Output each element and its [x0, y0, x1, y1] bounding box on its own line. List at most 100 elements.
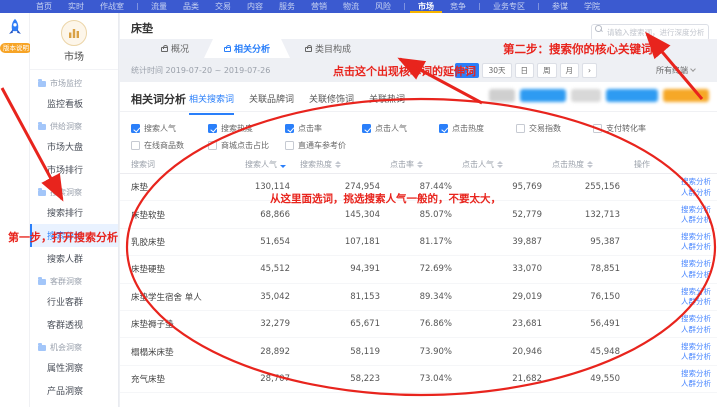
filter-checkbox-搜索人气[interactable]: 搜索人气	[131, 123, 208, 134]
terminal-dropdown[interactable]: 所有终端	[656, 65, 695, 76]
tab-label: 类目构成	[315, 42, 351, 55]
value-cell: 130,114	[235, 182, 290, 192]
filter-checkbox-直通车参考价[interactable]: 直通车参考价	[285, 140, 362, 151]
action-link-crowd-analysis[interactable]: 人群分析	[681, 379, 711, 389]
nav-item-11[interactable]: 风险	[367, 0, 399, 13]
table-header-cell-5[interactable]: 点击热度	[542, 159, 620, 170]
value-cell: 35,042	[235, 292, 290, 302]
value-cell: 65,671	[290, 319, 380, 329]
sidebar-item-14[interactable]: 产品洞察	[30, 379, 118, 402]
action-link-search-analysis[interactable]: 搜索分析	[681, 232, 711, 242]
action-link-crowd-analysis[interactable]: 人群分析	[681, 188, 711, 198]
keyword-cell: 床垫	[120, 181, 235, 193]
nav-item-9[interactable]: 营销	[303, 0, 335, 13]
folder-icon	[38, 345, 46, 351]
value-cell: 72.69%	[380, 264, 452, 274]
nav-item-16[interactable]: 业务专区	[485, 0, 533, 13]
sidebar-section-label: 市场监控	[50, 78, 82, 89]
blurred-pill-0[interactable]	[489, 89, 515, 102]
value-cell: 39,887	[452, 237, 542, 247]
action-link-search-analysis[interactable]: 搜索分析	[681, 177, 711, 187]
filter-checkbox-点击率[interactable]: 点击率	[285, 123, 362, 134]
range-button-4[interactable]: 月	[560, 63, 580, 78]
filter-checkbox-在线商品数[interactable]: 在线商品数	[131, 140, 208, 151]
range-button-3[interactable]: 周	[537, 63, 557, 78]
filter-checkbox-商城点击占比[interactable]: 商城点击占比	[208, 140, 285, 151]
tab-related-analysis[interactable]: 相关分析	[204, 39, 290, 58]
filter-checkbox-交易指数[interactable]: 交易指数	[516, 123, 593, 134]
filter-checkbox-支付转化率[interactable]: 支付转化率	[593, 123, 670, 134]
version-badge[interactable]: 版本说明	[0, 43, 32, 53]
sidebar-item-10[interactable]: 行业客群	[30, 290, 118, 313]
nav-item-6[interactable]: 交易	[207, 0, 239, 13]
nav-item-0[interactable]: 首页	[28, 0, 60, 13]
sidebar-item-11[interactable]: 客群透视	[30, 313, 118, 336]
sidebar-item-6[interactable]: 搜索排行	[30, 201, 118, 224]
table-header-cell-4[interactable]: 点击人气	[452, 159, 542, 170]
tab-overview[interactable]: 概况	[146, 39, 204, 58]
value-cell: 81,153	[290, 292, 380, 302]
action-link-search-analysis[interactable]: 搜索分析	[681, 342, 711, 352]
action-link-crowd-analysis[interactable]: 人群分析	[681, 215, 711, 225]
sort-down-icon	[497, 165, 503, 168]
filter-checkbox-搜索热度[interactable]: 搜索热度	[208, 123, 285, 134]
tab-category-composition[interactable]: 类目构成	[290, 39, 366, 58]
subtab-1[interactable]: 关联品牌词	[249, 92, 294, 115]
action-link-search-analysis[interactable]: 搜索分析	[681, 259, 711, 269]
action-link-crowd-analysis[interactable]: 人群分析	[681, 325, 711, 335]
range-button-1[interactable]: 30天	[482, 63, 511, 78]
sidebar-section-header: 客群洞察	[30, 270, 118, 290]
action-link-search-analysis[interactable]: 搜索分析	[681, 287, 711, 297]
sidebar-item-13[interactable]: 属性洞察	[30, 356, 118, 379]
table-row-4: 床垫学生宿舍 单人35,04281,15389.34%29,01976,150搜…	[120, 284, 717, 311]
subtab-3[interactable]: 关联热词	[369, 92, 405, 115]
blurred-pill-2[interactable]	[571, 89, 601, 102]
subtab-2[interactable]: 关联修饰词	[309, 92, 354, 115]
nav-item-1[interactable]: 实时	[60, 0, 92, 13]
sidebar-item-4[interactable]: 市场排行	[30, 158, 118, 181]
action-link-search-analysis[interactable]: 搜索分析	[681, 369, 711, 379]
action-link-crowd-analysis[interactable]: 人群分析	[681, 352, 711, 362]
range-button-5[interactable]: ›	[582, 63, 597, 78]
actions-cell: 搜索分析人群分析	[620, 259, 717, 279]
action-link-crowd-analysis[interactable]: 人群分析	[681, 297, 711, 307]
sidebar-item-1[interactable]: 监控看板	[30, 92, 118, 115]
subtab-0[interactable]: 相关搜索词	[189, 92, 234, 115]
value-cell: 73.90%	[380, 347, 452, 357]
sidebar-item-7[interactable]: 搜索分析	[30, 224, 118, 247]
nav-item-4[interactable]: 流量	[143, 0, 175, 13]
action-link-search-analysis[interactable]: 搜索分析	[681, 314, 711, 324]
blurred-pill-3[interactable]	[606, 89, 658, 102]
blurred-pill-1[interactable]	[520, 89, 566, 102]
value-cell: 76,150	[542, 292, 620, 302]
value-cell: 51,654	[235, 237, 290, 247]
table-header-cell-2[interactable]: 搜索热度	[290, 159, 380, 170]
filter-checkbox-点击热度[interactable]: 点击热度	[439, 123, 516, 134]
sort-down-icon	[280, 165, 286, 168]
tab-strip: 概况 相关分析 类目构成	[120, 39, 717, 58]
action-link-search-analysis[interactable]: 搜索分析	[681, 205, 711, 215]
nav-item-18[interactable]: 参谋	[544, 0, 576, 13]
nav-item-5[interactable]: 品类	[175, 0, 207, 13]
filter-checkbox-点击人气[interactable]: 点击人气	[362, 123, 439, 134]
nav-item-13[interactable]: 市场	[410, 0, 442, 13]
stats-time-label: 统计时间 2019-07-20 ~ 2019-07-26	[131, 65, 270, 76]
keyword-cell: 乳胶床垫	[120, 236, 235, 248]
sort-up-icon	[335, 161, 341, 164]
nav-item-19[interactable]: 学院	[576, 0, 608, 13]
range-button-2[interactable]: 日	[515, 63, 535, 78]
nav-item-2[interactable]: 作战室	[92, 0, 132, 13]
action-link-crowd-analysis[interactable]: 人群分析	[681, 242, 711, 252]
rocket-logo-icon[interactable]	[5, 18, 25, 38]
nav-item-8[interactable]: 服务	[271, 0, 303, 13]
nav-item-7[interactable]: 内容	[239, 0, 271, 13]
sidebar-item-8[interactable]: 搜索人群	[30, 247, 118, 270]
nav-item-10[interactable]: 物流	[335, 0, 367, 13]
blurred-pill-4[interactable]	[663, 89, 709, 102]
action-link-crowd-analysis[interactable]: 人群分析	[681, 270, 711, 280]
table-header-cell-3[interactable]: 点击率	[380, 159, 452, 170]
table-header-cell-1[interactable]: 搜索人气	[235, 159, 290, 170]
sidebar-item-3[interactable]: 市场大盘	[30, 135, 118, 158]
range-button-0[interactable]: 7天	[455, 63, 479, 78]
nav-item-14[interactable]: 竞争	[442, 0, 474, 13]
